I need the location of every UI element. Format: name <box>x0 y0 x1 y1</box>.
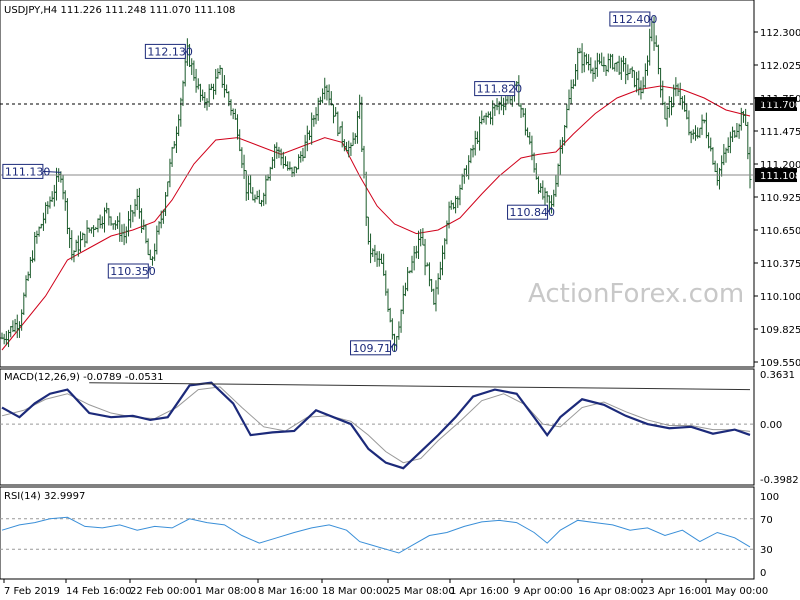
price-axis-label: 111.200 <box>760 160 800 171</box>
rsi-panel-title: RSI(14) 32.9997 <box>4 491 85 502</box>
price-axis-label: 112.025 <box>760 61 800 72</box>
price-axis-label: 111.475 <box>760 127 800 138</box>
time-axis-label: 18 Mar 00:00 <box>322 586 389 597</box>
time-axis-label: 1 May 00:00 <box>706 586 768 597</box>
rsi-axis-label: 100 <box>760 492 779 503</box>
price-annotation-label: 112.400 <box>612 13 658 26</box>
price-annotation-label: 109.710 <box>353 342 399 355</box>
price-annotation-label: 110.350 <box>110 265 155 278</box>
time-axis-label: 23 Apr 16:00 <box>642 586 707 597</box>
chart-window: ActionForex.com 111.700 111.108 111.130 11… <box>0 0 800 600</box>
trading-chart: ActionForex.com 111.700111.108 111.13011… <box>0 0 800 597</box>
price-annotation-label: 111.130 <box>5 165 51 178</box>
rsi-axis-label: 0 <box>760 568 766 579</box>
price-axis-label: 110.100 <box>760 292 800 303</box>
macd-panel-title: MACD(12,26,9) -0.0789 -0.0531 <box>4 372 164 383</box>
time-axis-label: 14 Feb 16:00 <box>66 586 132 597</box>
macd-axis-label: 0.3631 <box>760 370 795 381</box>
price-axis-label: 109.825 <box>760 325 800 336</box>
price-level-tag: 111.108 <box>760 171 800 182</box>
time-axis-label: 7 Feb 2019 <box>4 586 60 597</box>
time-axis-label: 22 Feb 00:00 <box>130 586 196 597</box>
price-axis-label: 112.300 <box>760 28 800 39</box>
macd-axis-label: 0.00 <box>760 420 782 431</box>
time-axis-label: 1 Mar 08:00 <box>196 586 256 597</box>
time-axis-label: 9 Apr 00:00 <box>514 586 573 597</box>
rsi-panel-frame <box>0 486 755 580</box>
time-axis-label: 16 Apr 08:00 <box>578 586 643 597</box>
watermark: ActionForex.com <box>528 279 744 309</box>
price-panel-title: USDJPY,H4 111.226 111.248 111.070 111.10… <box>4 5 235 16</box>
price-axis-label: 111.750 <box>760 94 800 105</box>
time-axis-label: 8 Mar 16:00 <box>258 586 318 597</box>
rsi-axis-label: 30 <box>760 545 773 556</box>
price-annotation-label: 111.820 <box>477 83 523 96</box>
price-axis-label: 110.925 <box>760 193 800 204</box>
price-axis: 112.300 112.025 111.750 111.475 111.200 110.9… <box>754 28 800 369</box>
price-axis-label: 110.650 <box>760 226 800 237</box>
macd-panel-frame <box>0 368 755 486</box>
price-panel-frame <box>0 0 755 368</box>
time-axis-label: 1 Apr 16:00 <box>450 586 509 597</box>
price-axis-label: 110.375 <box>760 259 800 270</box>
time-axis: 7 Feb 2019 14 Feb 16:0022 Feb 00:00 1 Mar … <box>3 579 768 597</box>
macd-axis-label: -0.3982 <box>760 475 799 486</box>
price-annotation-label: 112.130 <box>147 45 193 58</box>
price-annotation-label: 110.840 <box>510 206 556 219</box>
price-axis-label: 109.550 <box>760 358 800 369</box>
rsi-axis-label: 70 <box>760 515 773 526</box>
time-axis-label: 25 Mar 08:00 <box>388 586 455 597</box>
